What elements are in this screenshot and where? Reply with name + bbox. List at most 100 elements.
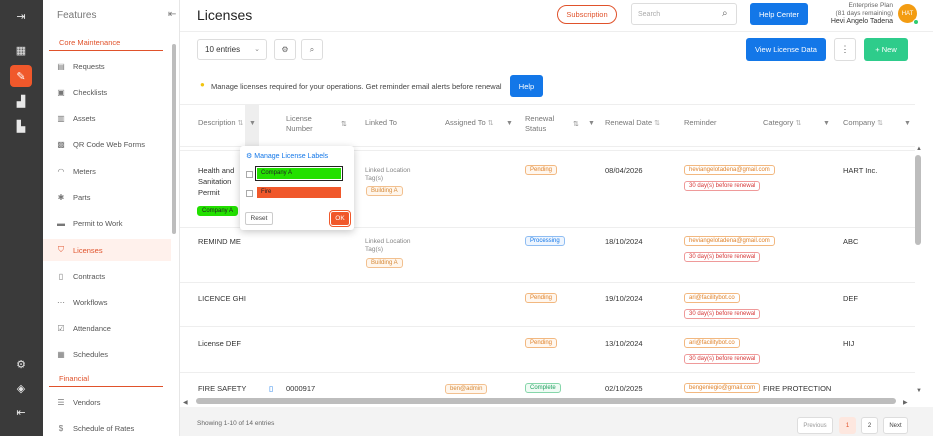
- sidebar-item-schedule-of-rates[interactable]: $ Schedule of Rates: [43, 417, 171, 436]
- sidebar-item-workflows[interactable]: ⋯ Workflows: [43, 291, 171, 313]
- search-icon[interactable]: ⌕: [722, 8, 728, 19]
- sort-icon[interactable]: ⇅: [573, 120, 579, 128]
- reminder-badge: 30 day(s) before renewal: [684, 252, 761, 262]
- sort-icon[interactable]: ⇅: [877, 120, 883, 127]
- status-badge: Processing: [525, 236, 565, 246]
- help-center-button[interactable]: Help Center: [750, 3, 808, 25]
- filter-icon[interactable]: ▼: [506, 120, 513, 127]
- next-page-button[interactable]: Next: [883, 417, 908, 434]
- banner-text: Manage licenses required for your operat…: [211, 82, 502, 91]
- col-license-number[interactable]: License Number: [286, 114, 313, 134]
- scroll-right-icon[interactable]: ▶: [903, 399, 908, 406]
- page-title: Licenses: [197, 7, 253, 23]
- sidebar-item-vendors[interactable]: ☰ Vendors: [43, 391, 171, 413]
- dashboard-icon[interactable]: ▦: [10, 39, 32, 61]
- col-description[interactable]: Description ⇅: [198, 118, 243, 129]
- scroll-up-icon[interactable]: ▲: [916, 146, 922, 152]
- filter-icon[interactable]: ▼: [904, 120, 911, 127]
- sidebar-item-requests[interactable]: ▤ Requests: [43, 55, 171, 77]
- sort-icon[interactable]: ⇅: [795, 120, 801, 127]
- label-option-fire[interactable]: Fire: [257, 187, 341, 198]
- col-reminder[interactable]: Reminder: [684, 118, 717, 128]
- expand-menu-icon[interactable]: ⇥: [10, 5, 32, 27]
- sidebar-item-meters[interactable]: ◠ Meters: [43, 160, 171, 182]
- checklist-icon: ▣: [57, 87, 65, 97]
- col-category[interactable]: Category ⇅: [763, 118, 801, 129]
- filter-icon[interactable]: ▼: [249, 120, 256, 127]
- col-renewal-status[interactable]: Renewal Status: [525, 114, 554, 134]
- col-label: Description: [198, 118, 236, 127]
- sidebar-item-assets[interactable]: ▥ Assets: [43, 107, 171, 129]
- filter-icon[interactable]: ▼: [588, 120, 595, 127]
- ok-button[interactable]: OK: [329, 210, 351, 227]
- description-cell: FIRE SAFETY: [198, 384, 247, 393]
- desc-line: Health and: [198, 166, 235, 175]
- col-assigned-to[interactable]: Assigned To ⇅: [445, 118, 494, 129]
- sidebar-item-licenses[interactable]: ⛉ Licenses: [43, 239, 171, 261]
- page-1-button[interactable]: 1: [839, 417, 856, 434]
- more-options-icon[interactable]: ⋮: [834, 38, 856, 61]
- col-renewal-date[interactable]: Renewal Date ⇅: [605, 118, 660, 129]
- sidebar-item-permit[interactable]: ▬ Permit to Work: [43, 212, 171, 234]
- renewal-date-cell: 18/10/2024: [605, 237, 643, 246]
- page-2-button[interactable]: 2: [861, 417, 878, 434]
- sort-icon[interactable]: ⇅: [654, 120, 660, 127]
- sort-icon[interactable]: ⇅: [341, 120, 347, 128]
- col-label: Status: [525, 124, 547, 133]
- sort-icon[interactable]: ⇅: [488, 120, 494, 127]
- linked-to-cell: Linked Location Tag(s): [365, 238, 411, 254]
- help-button[interactable]: Help: [510, 75, 543, 97]
- entries-select[interactable]: 10 entries ⌄: [197, 39, 267, 60]
- table-search-button[interactable]: ⌕: [301, 39, 323, 60]
- sidebar-item-checklists[interactable]: ▣ Checklists: [43, 81, 171, 103]
- sidebar-item-attendance[interactable]: ☑ Attendance: [43, 317, 171, 339]
- category-cell: FIRE PROTECTION: [763, 384, 832, 393]
- sidebar-item-parts[interactable]: ✱ Parts: [43, 186, 171, 208]
- analytics-icon[interactable]: ▟: [10, 90, 32, 112]
- label-checkbox-fire[interactable]: [246, 190, 253, 197]
- horizontal-scrollbar[interactable]: [196, 398, 896, 404]
- parts-icon: ✱: [57, 192, 65, 202]
- reset-button[interactable]: Reset: [245, 212, 273, 225]
- col-company[interactable]: Company ⇅: [843, 118, 883, 129]
- vertical-scrollbar[interactable]: [915, 155, 921, 245]
- sliders-icon: ⚙: [281, 45, 289, 54]
- sidebar-item-label: Parts: [73, 192, 91, 202]
- desc-line: Permit: [198, 188, 220, 197]
- sort-icon[interactable]: ⇅: [238, 120, 244, 127]
- scroll-down-icon[interactable]: ▼: [916, 388, 922, 394]
- sidebar-item-contracts[interactable]: ▯ Contracts: [43, 265, 171, 287]
- settings-icon[interactable]: ⚙: [10, 353, 32, 375]
- col-label: Renewal: [525, 114, 555, 123]
- scroll-left-icon[interactable]: ◀: [183, 399, 188, 406]
- sidebar-item-label: Permit to Work: [73, 218, 123, 228]
- manage-labels-link[interactable]: ⚙ Manage License Labels: [246, 152, 328, 160]
- previous-page-button[interactable]: Previous: [797, 417, 833, 434]
- sidebar-item-label: Assets: [73, 113, 96, 123]
- reports-icon[interactable]: ▙: [10, 115, 32, 137]
- logout-icon[interactable]: ⇤: [10, 401, 32, 423]
- request-icon: ▤: [57, 61, 65, 71]
- search-input[interactable]: Search ⌕: [631, 3, 737, 25]
- filter-icon[interactable]: ▼: [823, 120, 830, 127]
- view-license-data-button[interactable]: View License Data: [746, 38, 826, 61]
- label-option-company-a[interactable]: Company A: [255, 166, 343, 181]
- document-icon[interactable]: ▯: [269, 383, 273, 394]
- package-icon[interactable]: ◈: [10, 377, 32, 399]
- new-license-button[interactable]: + New: [864, 38, 908, 61]
- subscription-button[interactable]: Subscription: [557, 5, 617, 24]
- sidebar-item-schedules[interactable]: ▦ Schedules: [43, 343, 171, 365]
- sidebar-item-qr-forms[interactable]: ▩ QR Code Web Forms: [43, 133, 171, 155]
- sidebar-item-label: QR Code Web Forms: [73, 139, 145, 149]
- reminder-email-badge: heviangelotadena@gmail.com: [684, 236, 775, 246]
- col-linked-to[interactable]: Linked To: [365, 118, 397, 128]
- license-icon: ⛉: [58, 245, 64, 254]
- sidebar-scrollbar[interactable]: [172, 44, 176, 234]
- collapse-sidebar-icon[interactable]: ⇤: [168, 9, 176, 20]
- maintenance-icon[interactable]: ✎: [10, 65, 32, 87]
- permit-icon: ▬: [57, 218, 65, 228]
- renewal-date-cell: 02/10/2025: [605, 384, 643, 393]
- reminder-badge: 30 day(s) before renewal: [684, 181, 761, 191]
- column-settings-button[interactable]: ⚙: [274, 39, 296, 60]
- label-checkbox-company-a[interactable]: [246, 171, 253, 178]
